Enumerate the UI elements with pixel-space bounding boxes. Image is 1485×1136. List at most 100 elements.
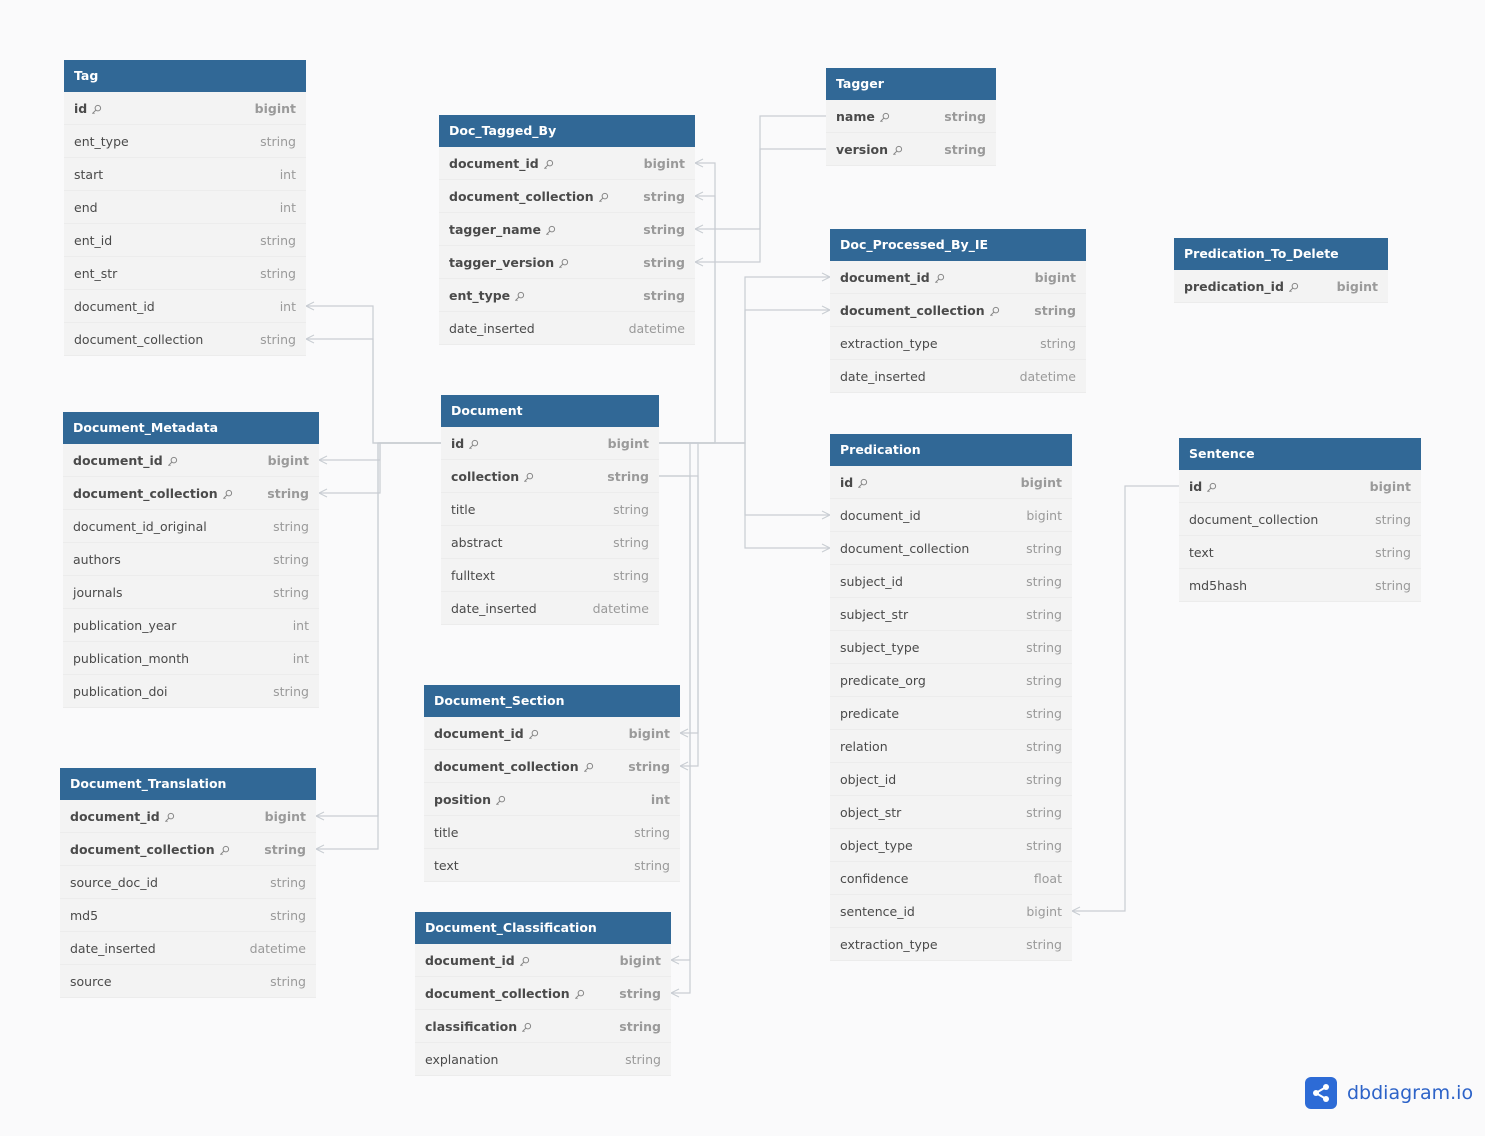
column-row[interactable]: end int [64,191,306,224]
column-row[interactable]: relation string [830,730,1072,763]
column-row[interactable]: confidence float [830,862,1072,895]
table-header[interactable]: Document_Classification [415,912,671,944]
column-row[interactable]: id bigint [441,427,659,460]
column-row[interactable]: object_type string [830,829,1072,862]
column-row[interactable]: ent_type string [64,125,306,158]
column-row[interactable]: md5hash string [1179,569,1421,602]
table-header[interactable]: Doc_Tagged_By [439,115,695,147]
column-row[interactable]: source string [60,965,316,998]
column-row[interactable]: explanation string [415,1043,671,1076]
table-document-metadata[interactable]: Document_Metadata document_id bigint docume… [63,412,319,708]
column-row[interactable]: sentence_id bigint [830,895,1072,928]
column-row[interactable]: id bigint [830,466,1072,499]
column-row[interactable]: start int [64,158,306,191]
column-row[interactable]: document_id bigint [830,261,1086,294]
column-row[interactable]: publication_doi string [63,675,319,708]
column-row[interactable]: publication_year int [63,609,319,642]
column-row[interactable]: document_id bigint [415,944,671,977]
column-row[interactable]: subject_type string [830,631,1072,664]
column-row[interactable]: object_str string [830,796,1072,829]
relationship-line[interactable] [1072,485,1179,912]
column-row[interactable]: subject_str string [830,598,1072,631]
column-row[interactable]: predication_id bigint [1174,270,1388,303]
column-row[interactable]: collection string [441,460,659,493]
column-row[interactable]: id bigint [64,92,306,125]
column-row[interactable]: title string [424,816,680,849]
table-sentence[interactable]: Sentence id bigint document_collection strin… [1179,438,1421,602]
column-row[interactable]: subject_id string [830,565,1072,598]
column-row[interactable]: classification string [415,1010,671,1043]
table-document-translation[interactable]: Document_Translation document_id bigint doc… [60,768,316,998]
table-document-classification[interactable]: Document_Classification document_id bigint… [415,912,671,1076]
column-row[interactable]: ent_str string [64,257,306,290]
column-row[interactable]: document_collection string [63,477,319,510]
column-name: document_id [840,508,921,523]
table-header[interactable]: Document_Translation [60,768,316,800]
column-row[interactable]: document_id bigint [63,444,319,477]
column-row[interactable]: tagger_name string [439,213,695,246]
column-row[interactable]: document_id int [64,290,306,323]
brand-logo[interactable]: dbdiagram.io [1305,1077,1473,1109]
column-row[interactable]: date_inserted datetime [60,932,316,965]
column-row[interactable]: ent_id string [64,224,306,257]
table-header[interactable]: Doc_Processed_By_IE [830,229,1086,261]
table-predication-to-delete[interactable]: Predication_To_Delete predication_id bigin… [1174,238,1388,303]
column-row[interactable]: abstract string [441,526,659,559]
column-row[interactable]: document_id_original string [63,510,319,543]
column-row[interactable]: name string [826,100,996,133]
column-row[interactable]: document_collection string [64,323,306,356]
column-row[interactable]: fulltext string [441,559,659,592]
column-row[interactable]: document_collection string [830,294,1086,327]
table-header[interactable]: Predication [830,434,1072,466]
column-row[interactable]: document_collection string [60,833,316,866]
relationship-line[interactable] [316,442,441,850]
column-row[interactable]: extraction_type string [830,928,1072,961]
table-header[interactable]: Tagger [826,68,996,100]
column-row[interactable]: publication_month int [63,642,319,675]
column-row[interactable]: document_collection string [424,750,680,783]
column-row[interactable]: document_id bigint [424,717,680,750]
table-document[interactable]: Document id bigint collection string title str… [441,395,659,625]
column-row[interactable]: text string [1179,536,1421,569]
column-row[interactable]: position int [424,783,680,816]
column-row[interactable]: source_doc_id string [60,866,316,899]
table-header[interactable]: Tag [64,60,306,92]
table-doc-tagged-by[interactable]: Doc_Tagged_By document_id bigint document_c… [439,115,695,345]
column-row[interactable]: id bigint [1179,470,1421,503]
column-row[interactable]: predicate_org string [830,664,1072,697]
column-row[interactable]: version string [826,133,996,166]
column-row[interactable]: tagger_version string [439,246,695,279]
table-header[interactable]: Document_Metadata [63,412,319,444]
column-row[interactable]: journals string [63,576,319,609]
column-row[interactable]: document_collection string [830,532,1072,565]
column-row[interactable]: date_inserted datetime [441,592,659,625]
column-row[interactable]: md5 string [60,899,316,932]
relationship-line[interactable] [319,442,441,494]
column-row[interactable]: document_id bigint [60,800,316,833]
column-row[interactable]: authors string [63,543,319,576]
column-row[interactable]: text string [424,849,680,882]
column-row[interactable]: title string [441,493,659,526]
column-row[interactable]: ent_type string [439,279,695,312]
column-row[interactable]: document_collection string [1179,503,1421,536]
table-tag[interactable]: Tag id bigint ent_type string start int end int e… [64,60,306,356]
column-row[interactable]: document_collection string [415,977,671,1010]
relationship-line[interactable] [306,338,441,444]
column-row[interactable]: predicate string [830,697,1072,730]
relationship-line[interactable] [659,442,830,549]
table-predication[interactable]: Predication id bigint document_id bigint docu… [830,434,1072,961]
column-row[interactable]: document_id bigint [830,499,1072,532]
table-doc-processed-by-ie[interactable]: Doc_Processed_By_IE document_id bigint docu… [830,229,1086,393]
column-row[interactable]: document_collection string [439,180,695,213]
table-header[interactable]: Sentence [1179,438,1421,470]
table-header[interactable]: Document_Section [424,685,680,717]
table-tagger[interactable]: Tagger name string version string [826,68,996,166]
column-row[interactable]: document_id bigint [439,147,695,180]
table-document-section[interactable]: Document_Section document_id bigint documen… [424,685,680,882]
table-header[interactable]: Document [441,395,659,427]
column-row[interactable]: date_inserted datetime [830,360,1086,393]
table-header[interactable]: Predication_To_Delete [1174,238,1388,270]
column-row[interactable]: extraction_type string [830,327,1086,360]
column-row[interactable]: date_inserted datetime [439,312,695,345]
column-row[interactable]: object_id string [830,763,1072,796]
